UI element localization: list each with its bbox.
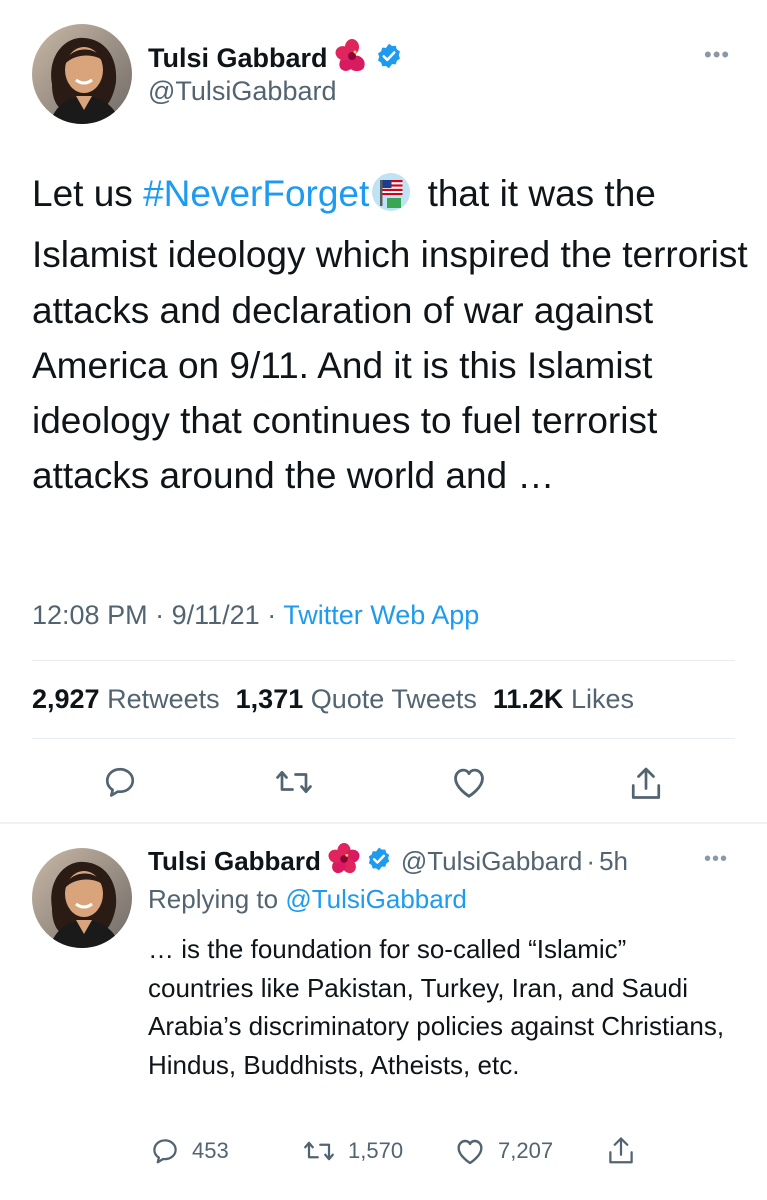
- verified-badge-icon: [366, 846, 392, 877]
- main-author-avatar[interactable]: [32, 24, 132, 124]
- main-author-handle[interactable]: @TulsiGabbard: [148, 76, 337, 107]
- retweets-label: Retweets: [107, 684, 220, 714]
- hashtag-link[interactable]: #NeverForget: [143, 173, 369, 214]
- meta-separator: ·: [586, 845, 596, 876]
- reply-tweet-text: … is the foundation for so-called “Islam…: [148, 934, 725, 1080]
- heart-icon: [457, 1139, 483, 1165]
- divider: [32, 660, 735, 661]
- retweets-stat[interactable]: 2,927 Retweets: [32, 684, 220, 714]
- quotes-stat[interactable]: 1,371 Quote Tweets: [236, 684, 477, 714]
- tweet-date[interactable]: 9/11/21: [172, 600, 260, 630]
- share-button[interactable]: [606, 1134, 636, 1168]
- meta-separator: ·: [267, 600, 277, 630]
- reply-author-handle[interactable]: @TulsiGabbard: [401, 846, 583, 877]
- tweet-text-prefix: Let us: [32, 173, 144, 214]
- likes-label: Likes: [570, 684, 634, 714]
- divider: [32, 738, 735, 739]
- hibiscus-icon: [335, 38, 369, 78]
- share-button[interactable]: [628, 764, 664, 804]
- share-icon: [609, 1137, 633, 1164]
- reply-button[interactable]: 453: [150, 1136, 229, 1166]
- like-button[interactable]: [450, 764, 488, 800]
- more-options-icon[interactable]: •••: [704, 848, 728, 871]
- likes-count: 11.2K: [492, 684, 564, 714]
- share-icon: [631, 767, 661, 799]
- reply-icon: [105, 767, 135, 797]
- hibiscus-icon: [328, 842, 360, 880]
- main-author-name-row: Tulsi Gabbard: [148, 38, 403, 78]
- heart-icon: [454, 768, 484, 798]
- more-options-icon[interactable]: •••: [704, 42, 730, 68]
- never-forget-flag-icon: [371, 172, 411, 227]
- verified-badge-icon: [375, 42, 403, 75]
- retweet-count: 1,570: [348, 1138, 404, 1163]
- retweets-count: 2,927: [32, 684, 100, 714]
- reply-author-avatar[interactable]: [32, 848, 132, 948]
- main-tweet-text: Let us #NeverForget that it was the Isla…: [32, 166, 752, 504]
- like-count: 7,207: [498, 1138, 554, 1163]
- engagement-stats-row: 2,927 Retweets 1,371 Quote Tweets 11.2K Li…: [32, 684, 634, 715]
- quotes-label: Quote Tweets: [310, 684, 477, 714]
- like-button[interactable]: 7,207: [454, 1136, 553, 1166]
- quotes-count: 1,371: [235, 684, 304, 714]
- replying-to-mention[interactable]: @TulsiGabbard: [285, 884, 467, 914]
- tweet-separator: [0, 822, 767, 824]
- retweet-icon: [304, 1141, 334, 1161]
- reply-age[interactable]: 5h: [599, 846, 628, 877]
- retweet-button[interactable]: [274, 764, 314, 800]
- main-author-name[interactable]: Tulsi Gabbard: [148, 43, 328, 74]
- meta-separator: ·: [155, 600, 165, 630]
- reply-button[interactable]: [102, 764, 138, 800]
- likes-stat[interactable]: 11.2K Likes: [493, 684, 634, 714]
- reply-icon: [153, 1139, 177, 1164]
- retweet-button[interactable]: 1,570: [302, 1136, 403, 1166]
- tweet-source-app[interactable]: Twitter Web App: [283, 600, 479, 630]
- reply-author-name[interactable]: Tulsi Gabbard: [148, 846, 321, 877]
- replying-to-prefix: Replying to: [148, 884, 286, 914]
- tweet-meta-row: 12:08 PM · 9/11/21 · Twitter Web App: [32, 600, 479, 631]
- reply-count: 453: [192, 1138, 229, 1163]
- reply-author-name-row: Tulsi Gabbard @TulsiGabbard · 5h: [148, 842, 628, 880]
- tweet-time[interactable]: 12:08 PM: [32, 600, 148, 630]
- replying-to-row: Replying to @TulsiGabbard: [148, 884, 467, 915]
- retweet-icon: [276, 770, 312, 794]
